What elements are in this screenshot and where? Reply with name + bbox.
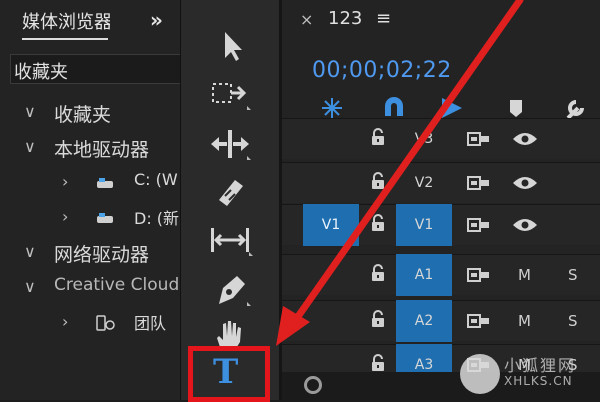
tree-item-label: 团队 — [134, 314, 167, 333]
selection-tool-icon[interactable] — [205, 28, 255, 64]
toggle-output-eye-icon[interactable] — [512, 175, 538, 191]
watermark-text-en: XHLKS.CN — [504, 374, 573, 388]
drive-icon — [96, 175, 116, 191]
toggle-output-eye-icon[interactable] — [512, 131, 538, 147]
chevron-down-icon[interactable]: ∨ — [24, 242, 36, 261]
tree-item[interactable]: › D: (新 — [0, 201, 180, 235]
tree-item-label: 网络驱动器 — [54, 244, 150, 266]
source-patch-v1[interactable]: V1 — [303, 204, 359, 246]
chevron-right-icon[interactable]: › — [62, 207, 68, 226]
chevron-right-icon[interactable]: › — [62, 172, 68, 191]
sync-lock-icon[interactable] — [467, 313, 491, 329]
sequence-tab[interactable]: 123 — [328, 8, 362, 29]
toggle-output-eye-icon[interactable] — [512, 217, 538, 233]
sync-lock-icon[interactable] — [467, 267, 491, 283]
media-browser-tab[interactable]: 媒体浏览器 — [22, 8, 110, 34]
team-project-icon — [96, 315, 116, 331]
tree-item-label: 收藏夹 — [54, 104, 112, 126]
tree-item[interactable]: ∨ 收藏夹 — [0, 96, 180, 130]
panel-overflow-button[interactable]: » — [150, 8, 163, 32]
playhead-timecode[interactable]: 00;00;02;22 — [312, 58, 452, 83]
panel-menu-icon[interactable]: ≡ — [376, 8, 391, 29]
ripple-edit-tool-icon[interactable] — [205, 126, 255, 162]
track-lock-icon[interactable] — [370, 264, 386, 282]
location-dropdown-value: 收藏夹 — [14, 62, 68, 83]
drive-icon — [96, 210, 116, 226]
track-target-a1[interactable]: A1 — [396, 254, 452, 296]
tree-item-label: C: (W — [134, 170, 178, 189]
tree-item[interactable]: ∨ 本地驱动器 — [0, 131, 180, 165]
tree-item[interactable]: › 团队 — [0, 306, 180, 340]
chevron-right-icon[interactable]: › — [62, 312, 68, 331]
site-watermark: 小狐狸网 XHLKS.CN — [460, 350, 600, 400]
tree-item[interactable]: › C: (W — [0, 166, 180, 200]
close-sequence-button[interactable]: × — [300, 10, 313, 29]
track-lock-icon[interactable] — [370, 354, 386, 372]
watermark-text-cn: 小狐狸网 — [504, 356, 577, 375]
chevron-down-icon[interactable]: ∨ — [24, 102, 36, 121]
chevron-down-icon[interactable]: ∨ — [24, 277, 36, 296]
track-target-a2[interactable]: A2 — [396, 300, 452, 342]
solo-track-button[interactable]: S — [568, 266, 578, 284]
razor-tool-icon[interactable] — [205, 174, 255, 210]
solo-track-button[interactable]: S — [568, 312, 578, 330]
zoom-scroll-handle[interactable] — [304, 376, 322, 394]
active-tab-underline — [22, 38, 108, 40]
type-tool-icon[interactable]: T — [213, 352, 238, 392]
track-target-v2[interactable]: V2 — [396, 162, 452, 204]
track-lock-icon[interactable] — [370, 310, 386, 328]
sync-lock-icon[interactable] — [467, 131, 491, 147]
track-lock-icon[interactable] — [370, 214, 386, 232]
tree-item-label: Creative Cloud — [54, 275, 180, 295]
sync-lock-icon[interactable] — [467, 175, 491, 191]
sync-lock-icon[interactable] — [467, 217, 491, 233]
track-lock-icon[interactable] — [370, 128, 386, 146]
tree-item-label: 本地驱动器 — [54, 139, 150, 161]
track-lock-icon[interactable] — [370, 172, 386, 190]
pen-tool-icon[interactable] — [205, 272, 255, 308]
slip-tool-icon[interactable] — [205, 222, 255, 258]
mute-track-button[interactable]: M — [518, 312, 531, 330]
track-target-v1[interactable]: V1 — [396, 204, 452, 246]
fox-logo-icon — [460, 354, 500, 394]
chevron-down-icon[interactable]: ∨ — [24, 137, 36, 156]
tree-item[interactable]: ∨ Creative Cloud — [0, 271, 180, 305]
tree-item[interactable]: ∨ 网络驱动器 — [0, 236, 180, 270]
track-target-v3[interactable]: V3 — [396, 118, 452, 160]
tree-item-label: D: (新 — [134, 209, 180, 228]
mute-track-button[interactable]: M — [518, 266, 531, 284]
track-select-tool-icon[interactable] — [205, 76, 255, 112]
